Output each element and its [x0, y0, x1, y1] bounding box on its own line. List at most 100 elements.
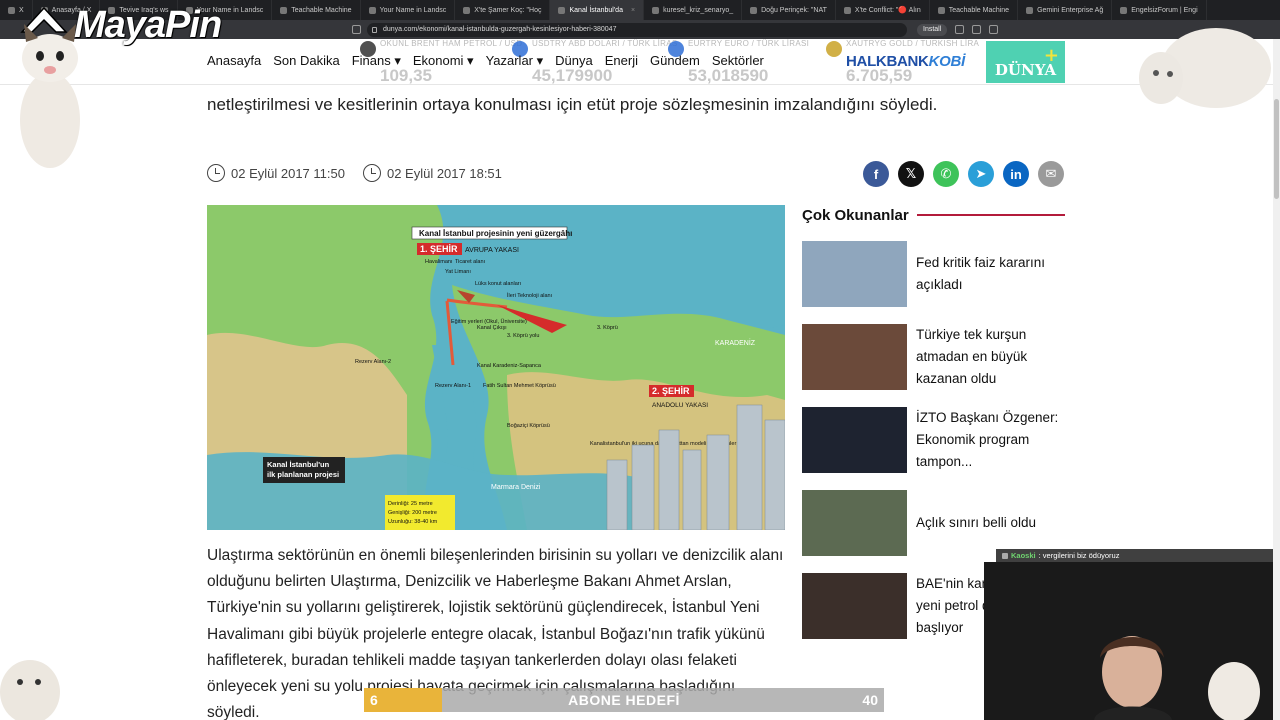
- map-label: Boğaziçi Köprüsü: [507, 423, 550, 429]
- tab-favicon-icon: [8, 6, 15, 14]
- nav-item-finans[interactable]: Finans ▾: [352, 53, 401, 69]
- map-label: KARADENİZ: [715, 338, 756, 347]
- page-scrollbar[interactable]: [1273, 39, 1280, 720]
- updated-date: 02 Eylül 2017 18:51: [362, 164, 502, 182]
- most-read-item[interactable]: İZTO Başkanı Özgener: Ekonomik program t…: [802, 407, 1065, 473]
- share-whatsapp-button[interactable]: ✆: [933, 161, 959, 187]
- scrollbar-thumb[interactable]: [1274, 99, 1279, 199]
- profile-icon[interactable]: [989, 25, 999, 34]
- tab-favicon-icon: [463, 6, 471, 14]
- published-date: 02 Eylül 2017 11:50: [207, 164, 345, 182]
- tab-label: Your Name in Landsc: [379, 6, 447, 14]
- most-read-item[interactable]: Açlık sınırı belli oldu: [802, 490, 1065, 556]
- share-email-button[interactable]: ✉: [1038, 161, 1064, 187]
- tab-favicon-icon: [280, 6, 288, 14]
- install-button[interactable]: Install: [917, 23, 948, 36]
- news-headline[interactable]: İZTO Başkanı Özgener: Ekonomik program t…: [916, 407, 1066, 473]
- share-linkedin-button[interactable]: in: [1003, 161, 1029, 187]
- share-page-icon[interactable]: [972, 25, 982, 34]
- nav-item-anasayfa[interactable]: Anasayfa: [207, 53, 261, 69]
- url-field[interactable]: dunya.com/ekonomi/kanal-istanbulda-guzer…: [367, 22, 907, 37]
- browser-tab[interactable]: Doğu Perinçek: "NAT: [742, 0, 836, 20]
- browser-tab[interactable]: Teachable Machine: [930, 0, 1019, 20]
- share-facebook-button[interactable]: f: [863, 161, 889, 187]
- map-label: Havalimanı: [425, 259, 453, 265]
- news-headline[interactable]: Fed kritik faiz kararını açıkladı: [916, 241, 1066, 307]
- updated-text: 02 Eylül 2017 18:51: [386, 165, 502, 181]
- ticker-icon: [826, 41, 842, 57]
- map-title: Kanal İstanbul projesinin yeni güzergâhı: [419, 229, 572, 238]
- bookmark-icon[interactable]: [352, 25, 361, 34]
- tab-favicon-icon: [652, 6, 660, 14]
- published-text: 02 Eylül 2017 11:50: [231, 165, 345, 181]
- cat-sticker-right: [1139, 28, 1271, 108]
- map-stat: Uzunluğu: 38-40 km: [388, 519, 438, 525]
- city2-label: 2. ŞEHİR: [652, 386, 690, 396]
- extension-icon[interactable]: [955, 25, 965, 34]
- map-label: Lüks konut alanları: [475, 281, 521, 287]
- sponsor-logo[interactable]: HALKBANKKOBİ: [846, 53, 965, 70]
- kanal-istanbul-map: Kanal İstanbul projesinin yeni güzergâhı…: [207, 205, 785, 530]
- ticker-value: 53,018590: [688, 66, 769, 85]
- ticker-name: USDTRY ABD DOLARI / TÜRK LİRAS: [532, 39, 678, 48]
- map-label: Eğitim yerleri (Okul, Üniversite): [451, 318, 527, 325]
- map-stat: Derinliği: 25 metre: [388, 501, 433, 507]
- chat-message: Kaoski : vergilerini biz ödüyoruz: [996, 549, 1280, 562]
- sponsor-name: HALKBANK: [846, 53, 929, 70]
- share-x-button[interactable]: 𝕏: [898, 161, 924, 187]
- webcam-feed: [984, 562, 1280, 720]
- browser-tab[interactable]: Your Name in Landsc: [361, 0, 456, 20]
- nav-item-sektörler[interactable]: Sektörler: [712, 53, 764, 69]
- news-thumbnail[interactable]: [802, 573, 907, 639]
- webcam-scene: [984, 562, 1280, 720]
- browser-tab[interactable]: X'te Şamer Koç: "Hoç: [455, 0, 551, 20]
- news-headline[interactable]: Türkiye tek kurşun atmadan en büyük kaza…: [916, 324, 1066, 390]
- news-thumbnail[interactable]: [802, 241, 907, 307]
- tab-favicon-icon: [750, 6, 758, 14]
- map-label: Kanal Karadeniz-Sapanca: [477, 363, 542, 369]
- city2-side: ANADOLU YAKASI: [652, 402, 708, 409]
- share-telegram-button[interactable]: ➤: [968, 161, 994, 187]
- tab-label: Teachable Machine: [948, 6, 1010, 14]
- chat-text: : vergilerini biz ödüyoruz: [1038, 551, 1120, 560]
- nav-item-son-dakika[interactable]: Son Dakika: [273, 53, 339, 69]
- most-read-item[interactable]: Türkiye tek kurşun atmadan en büyük kaza…: [802, 324, 1065, 390]
- map-label: Rezerv Alanı-2: [355, 359, 391, 365]
- browser-tab[interactable]: Kanal İstanbul'da ×: [550, 0, 645, 20]
- news-headline[interactable]: Açlık sınırı belli oldu: [916, 490, 1066, 556]
- map-stats: Derinliği: 25 metre Genişliği: 200 metre U…: [388, 501, 438, 525]
- site-info-icon[interactable]: [372, 26, 377, 33]
- article-lead: netleştirilmesi ve kesitlerinin ortaya k…: [207, 95, 938, 114]
- tab-label: X'te Şamer Koç: "Hoç: [474, 6, 542, 14]
- browser-tab[interactable]: X'te Conflict: "🔴 Alın: [836, 0, 930, 20]
- nav-item-yazarlar[interactable]: Yazarlar ▾: [486, 53, 544, 69]
- cat-sticker-bottom-left: [0, 660, 60, 720]
- tab-favicon-icon: [1026, 6, 1034, 14]
- ticker-name: XAUTRYG GOLD / TURKISH LİRA: [846, 39, 980, 48]
- browser-tab[interactable]: Teachable Machine: [272, 0, 361, 20]
- close-tab-icon[interactable]: ×: [631, 7, 635, 14]
- browser-tab[interactable]: Gemini Enterprise Ağ: [1018, 0, 1113, 20]
- nav-item-ekonomi[interactable]: Ekonomi ▾: [413, 53, 474, 69]
- map-label: Kanal Çıkışı: [477, 325, 507, 331]
- tab-favicon-icon: [843, 6, 851, 14]
- url-text: dunya.com/ekonomi/kanal-istanbulda-guzer…: [383, 26, 617, 33]
- dunya-logo[interactable]: + DÜNYA: [986, 41, 1065, 83]
- nav-item-enerji[interactable]: Enerji: [605, 53, 638, 69]
- ticker-name: OKUNL BRENT HAM PETROL / USD: [380, 39, 523, 48]
- channel-logo-text: MayaPin: [74, 4, 222, 46]
- tab-favicon-icon: [937, 6, 945, 14]
- tab-label: kuresel_kriz_senaryo_: [663, 6, 734, 14]
- nav-item-dünya[interactable]: Dünya: [555, 53, 593, 69]
- map-label: Ticaret alanı: [455, 259, 485, 265]
- ticker-name: EURTRY EURO / TÜRK LİRASI: [688, 39, 810, 48]
- news-thumbnail[interactable]: [802, 490, 907, 556]
- most-read-item[interactable]: Fed kritik faiz kararını açıkladı: [802, 241, 1065, 307]
- news-thumbnail[interactable]: [802, 324, 907, 390]
- refresh-clock-icon: [362, 164, 381, 182]
- tab-favicon-icon: [558, 6, 566, 14]
- news-thumbnail[interactable]: [802, 407, 907, 473]
- browser-tab[interactable]: kuresel_kriz_senaryo_: [644, 0, 743, 20]
- city1-label: 1. ŞEHİR: [420, 244, 458, 254]
- nav-item-gündem[interactable]: Gündem: [650, 53, 700, 69]
